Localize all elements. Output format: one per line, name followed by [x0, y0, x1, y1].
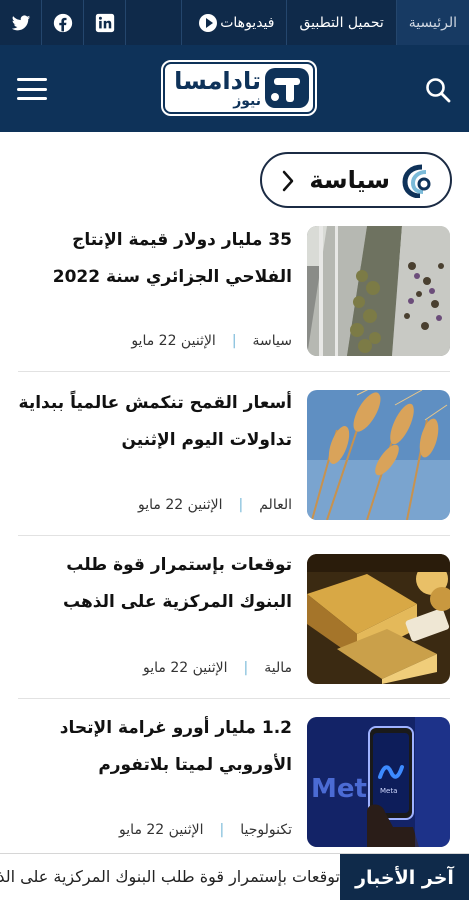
article-date: الإثنين 22 مايو: [119, 822, 204, 838]
article-date: الإثنين 22 مايو: [138, 497, 223, 513]
meta-separator: |: [238, 497, 244, 513]
videos-link-label: فيديوهات: [220, 14, 275, 31]
article-category[interactable]: العالم: [259, 497, 292, 513]
site-logo[interactable]: تادامسا نيوز: [161, 60, 317, 116]
ticker-text[interactable]: توقعات بإستمرار قوة طلب البنوك المركزية …: [0, 867, 340, 886]
meta-separator: |: [243, 660, 249, 676]
article-date: الإثنين 22 مايو: [143, 660, 228, 676]
linkedin-link[interactable]: [84, 0, 126, 45]
svg-text:Meta: Meta: [380, 787, 397, 795]
divider: [18, 535, 450, 536]
section-header[interactable]: سياسة: [260, 152, 452, 208]
social-links: [0, 0, 126, 45]
meta-separator: |: [231, 333, 237, 349]
menu-icon[interactable]: [17, 78, 47, 100]
logo-mark-icon: [265, 68, 309, 108]
play-icon: [199, 13, 218, 32]
article-date: الإثنين 22 مايو: [131, 333, 216, 349]
article-meta: العالم | الإثنين 22 مايو: [18, 497, 292, 513]
article-thumbnail[interactable]: [307, 226, 450, 356]
article-headline[interactable]: 35 مليار دولار قيمة الإنتاج الفلاحي الجز…: [18, 222, 292, 296]
videos-link[interactable]: فيديوهات: [181, 0, 286, 45]
top-utility-bar: فيديوهات تحميل التطبيق الرئيسية: [0, 0, 469, 45]
news-ticker[interactable]: توقعات بإستمرار قوة طلب البنوك المركزية …: [0, 854, 340, 900]
article-category[interactable]: تكنولوجيا: [240, 822, 292, 838]
article-thumbnail[interactable]: [307, 554, 450, 684]
article-meta: سياسة | الإثنين 22 مايو: [18, 333, 292, 349]
article-headline[interactable]: أسعار القمح تنكمش عالمياً ببداية تداولات…: [18, 385, 292, 459]
article-meta: مالية | الإثنين 22 مايو: [18, 660, 292, 676]
article-category[interactable]: مالية: [264, 660, 292, 676]
chevron-right-icon: [282, 170, 294, 192]
article-meta: تكنولوجيا | الإثنين 22 مايو: [18, 822, 292, 838]
article-thumbnail[interactable]: Meta Meta: [307, 717, 450, 847]
linkedin-icon: [95, 13, 114, 32]
top-links: فيديوهات تحميل التطبيق الرئيسية: [126, 0, 469, 45]
site-header: تادامسا نيوز: [0, 45, 469, 132]
twitter-link[interactable]: [0, 0, 42, 45]
article-thumbnail[interactable]: [307, 390, 450, 520]
logo-name: تادامسا: [174, 67, 261, 95]
facebook-link[interactable]: [42, 0, 84, 45]
breaking-news-bar: توقعات بإستمرار قوة طلب البنوك المركزية …: [0, 853, 469, 900]
article-headline[interactable]: توقعات بإستمرار قوة طلب البنوك المركزية …: [18, 547, 292, 621]
twitter-icon: [11, 14, 30, 30]
facebook-icon: [53, 13, 72, 32]
meta-separator: |: [219, 822, 225, 838]
article-headline[interactable]: 1.2 مليار أورو غرامة الإتحاد الأوروبي لم…: [18, 710, 292, 784]
logo-sub: نيوز: [233, 93, 261, 109]
section-emblem-icon: [402, 164, 431, 198]
download-app-link[interactable]: تحميل التطبيق: [286, 0, 395, 45]
home-link[interactable]: الرئيسية: [395, 0, 469, 45]
search-icon[interactable]: [424, 76, 452, 104]
divider: [18, 698, 450, 699]
divider: [18, 371, 450, 372]
article-category[interactable]: سياسة: [253, 333, 292, 349]
breaking-news-label: آخر الأخبار: [340, 854, 469, 900]
section-title: سياسة: [309, 166, 390, 194]
